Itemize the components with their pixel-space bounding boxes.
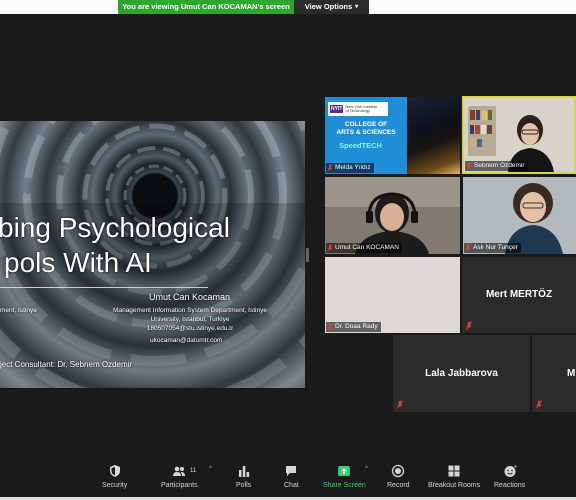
video-tile-umut[interactable]: Umut Can KOCAMAN [325, 177, 460, 254]
share-screen-button[interactable]: Share Screen [323, 464, 366, 489]
participant-name: Aslı Nur Tunçer [473, 244, 518, 251]
share-screen-icon [338, 466, 351, 476]
polls-label: Polls [236, 482, 252, 489]
participant-name-tag: Umut Can KOCAMAN [326, 243, 402, 253]
video-tile-asli[interactable]: Aslı Nur Tunçer [463, 177, 576, 254]
chat-icon [286, 466, 297, 476]
participant-name: Lala Jabbarova [425, 368, 498, 379]
svg-text:+: + [513, 464, 517, 470]
participant-name: Mert MERTÖZ [485, 289, 553, 300]
participant-name-tag: Sebnem Ozdemir [465, 161, 528, 171]
video-tile-doaa[interactable]: Dr. Doaa Rady [325, 257, 460, 333]
nyit-logo-mark: NYIT [330, 105, 344, 113]
shared-screen-slide: bing Psychological pols With AI Umut Can… [0, 121, 305, 388]
slide-consultant: ject Consultant: Dr. Sebnem Ozdemir [0, 360, 133, 369]
participants-label: Participants [161, 482, 198, 489]
video-tile-mert[interactable]: Mert MERTÖZ [462, 257, 576, 333]
breakout-rooms-label: Breakout Rooms [428, 482, 481, 489]
college-line2: ARTS & SCIENCES [336, 129, 396, 136]
record-icon [392, 464, 405, 478]
muted-mic-icon [465, 321, 473, 330]
city-lights-image [407, 97, 460, 174]
video-tile-lala[interactable]: Lala Jabbarova [393, 335, 530, 412]
chat-button[interactable]: Chat [284, 464, 299, 489]
video-tile-melda[interactable]: NYIT New York Institute of Technology CO… [325, 97, 460, 174]
reactions-icon: + [504, 464, 517, 477]
slide-divider [0, 287, 208, 288]
chat-label: Chat [284, 482, 299, 489]
video-tile-sebnem[interactable]: Sebnem Ozdemir [462, 96, 576, 174]
shield-icon [109, 465, 120, 477]
reactions-label: Reactions [494, 482, 526, 489]
record-label: Record [387, 482, 410, 489]
slide-dept-left: ment, Istinye [0, 307, 37, 314]
record-button[interactable]: Record [387, 464, 410, 489]
security-button[interactable]: Security [102, 464, 127, 489]
muted-mic-icon [466, 162, 472, 170]
participant-name: Sebnem Ozdemir [474, 162, 525, 169]
view-options-label: View Options [304, 2, 353, 11]
slide-author: Umut Can Kocaman [149, 292, 231, 302]
muted-mic-icon [327, 244, 333, 252]
slide-email: ukocaman@datumtr.com [150, 337, 223, 344]
slide-affiliation-line2: University, Istanbul, Turkiye [150, 316, 230, 323]
participant-name-tag: Aslı Nur Tunçer [464, 243, 521, 253]
nyit-logo: NYIT New York Institute of Technology [328, 102, 388, 116]
participant-name-tag: Melda Yıldız [326, 163, 374, 173]
viewing-screen-label: You are viewing Umut Can KOCAMAN's scree… [118, 0, 294, 14]
participants-caret-icon[interactable]: ^ [209, 466, 212, 472]
participant-name: Melda Yıldız [335, 164, 371, 171]
reactions-button[interactable]: + Reactions [494, 464, 525, 489]
polls-button[interactable]: Polls [236, 464, 251, 489]
slide-title-line2: pols With AI [4, 247, 152, 278]
share-caret-icon[interactable]: ^ [365, 466, 368, 472]
screen-share-banner: You are viewing Umut Can KOCAMAN's scree… [118, 0, 369, 14]
participant-name: Umut Can KOCAMAN [335, 244, 399, 251]
view-options-button[interactable]: View Options ▾ [294, 0, 369, 14]
share-screen-label: Share Screen [323, 482, 366, 489]
slide-affiliation-line3: 180507054@stu.istinye.edu.tr [146, 325, 234, 332]
meeting-toolbar: Security Participants ^ Polls Chat Share… [0, 458, 576, 500]
slide-affiliation-line1: Management Information System Department… [113, 307, 267, 314]
college-line1: COLLEGE OF [344, 121, 388, 128]
security-label: Security [102, 482, 128, 489]
muted-mic-icon [396, 400, 404, 409]
video-tile-m[interactable]: M [532, 335, 576, 412]
college-label: COLLEGE OF ARTS & SCIENCES [335, 121, 397, 137]
breakout-rooms-button[interactable]: Breakout Rooms [428, 464, 480, 489]
slide-title-line1: bing Psychological [0, 212, 230, 243]
speedtech-label: SpeedTECH [339, 141, 382, 150]
chevron-down-icon: ▾ [355, 4, 359, 10]
muted-mic-icon [465, 244, 471, 252]
breakout-rooms-icon [448, 465, 460, 477]
muted-mic-icon [535, 400, 543, 409]
muted-mic-icon [327, 164, 333, 172]
participant-name-tag: Dr. Doaa Rady [326, 322, 381, 332]
participants-count: 11 [190, 468, 197, 474]
participant-name: M [567, 368, 576, 379]
nyit-logo-text: New York Institute of Technology [345, 104, 378, 113]
participants-icon [173, 466, 186, 476]
polls-icon [238, 466, 249, 477]
split-drag-handle[interactable] [306, 248, 309, 262]
muted-mic-icon [327, 323, 333, 331]
participant-name: Dr. Doaa Rady [335, 323, 378, 330]
